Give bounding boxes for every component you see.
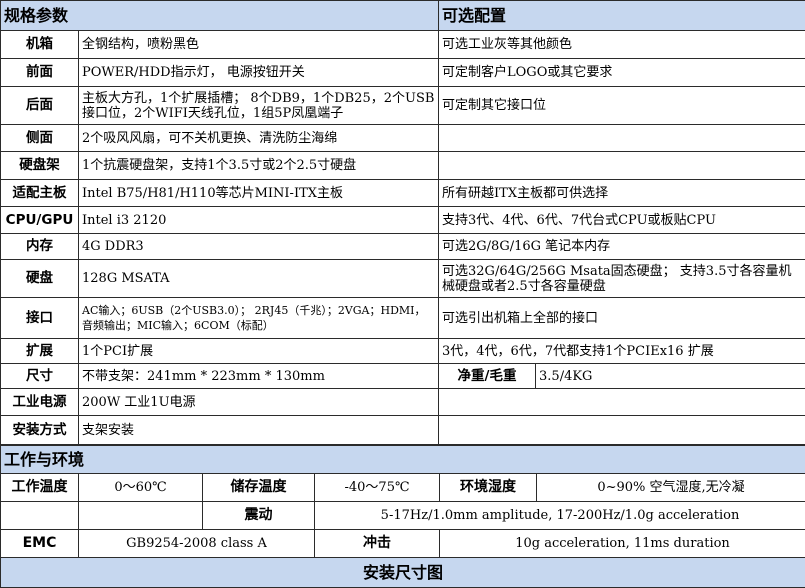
table-row: 扩展 1个PCI扩展 3代，4代，6代，7代都支持1个PCIEx16 扩展: [1, 339, 805, 364]
spec-header-right: 可选配置: [439, 1, 805, 31]
power-label: 工业电源: [1, 389, 79, 416]
row-option: [439, 152, 805, 180]
table-row: 接口 AC输入；6USB（2个USB3.0）； 2RJ45（千兆）；2VGA；H…: [1, 298, 805, 339]
vibration-label: 震动: [203, 502, 315, 530]
row-option: 可选工业灰等其他颜色: [439, 31, 805, 59]
row-label: 扩展: [1, 339, 79, 364]
env-header-row: 工作与环境: [1, 446, 805, 474]
row-label: 机箱: [1, 31, 79, 59]
table-row: 前面 POWER/HDD指示灯， 电源按钮开关 可定制客户LOGO或其它要求: [1, 59, 805, 87]
table-row: 硬盘架 1个抗震硬盘架，支持1个3.5寸或2个2.5寸硬盘: [1, 152, 805, 180]
row-option: 可选32G/64G/256G Msata固态硬盘； 支持3.5寸各容量机械硬盘或…: [439, 260, 805, 298]
work-temp-value: 0～60℃: [79, 474, 203, 502]
weight-value: 3.5/4KG: [536, 364, 805, 389]
env-table: 工作与环境 工作温度 0～60℃ 储存温度 -40～75℃ 环境湿度 0~90%…: [0, 445, 805, 588]
shock-label: 冲击: [315, 530, 440, 558]
row-value: POWER/HDD指示灯， 电源按钮开关: [79, 59, 439, 87]
footer-row: 安装尺寸图: [1, 558, 805, 588]
shock-value: 10g acceleration, 11ms duration: [440, 530, 805, 558]
row-value: 全钢结构，喷粉黑色: [79, 31, 439, 59]
env-header: 工作与环境: [1, 446, 805, 474]
size-label: 尺寸: [1, 364, 79, 389]
env-row-emc: EMC GB9254-2008 class A 冲击 10g accelerat…: [1, 530, 805, 558]
row-label: 硬盘: [1, 260, 79, 298]
table-row: 内存 4G DDR3 可选2G/8G/16G 笔记本内存: [1, 234, 805, 260]
row-label: 后面: [1, 87, 79, 125]
row-option: 可选引出机箱上全部的接口: [439, 298, 805, 339]
row-label: 硬盘架: [1, 152, 79, 180]
work-temp-label: 工作温度: [1, 474, 79, 502]
table-row: 适配主板 Intel B75/H81/H110等芯片MINI-ITX主板 所有研…: [1, 180, 805, 207]
row-value: Intel B75/H81/H110等芯片MINI-ITX主板: [79, 180, 439, 207]
row-value: AC输入；6USB（2个USB3.0）； 2RJ45（千兆）；2VGA；HDMI…: [79, 298, 439, 339]
spec-sheet: 规格参数 可选配置 机箱 全钢结构，喷粉黑色 可选工业灰等其他颜色 前面 POW…: [0, 0, 805, 586]
vibration-blank: [1, 502, 79, 530]
row-label: 接口: [1, 298, 79, 339]
row-value: 2个吸风风扇，可不关机更换、清洗防尘海绵: [79, 125, 439, 152]
row-option: 可选2G/8G/16G 笔记本内存: [439, 234, 805, 260]
row-option: [439, 125, 805, 152]
table-row: 后面 主板大方孔，1个扩展插槽； 8个DB9，1个DB25，2个USB接口位，2…: [1, 87, 805, 125]
install-option: [439, 416, 805, 445]
row-option: 所有研越ITX主板都可供选择: [439, 180, 805, 207]
row-label: CPU/GPU: [1, 207, 79, 234]
table-row: 硬盘 128G MSATA 可选32G/64G/256G Msata固态硬盘； …: [1, 260, 805, 298]
humidity-value: 0~90% 空气湿度,无冷凝: [537, 474, 805, 502]
env-row-temperature: 工作温度 0～60℃ 储存温度 -40～75℃ 环境湿度 0~90% 空气湿度,…: [1, 474, 805, 502]
emc-value: GB9254-2008 class A: [79, 530, 315, 558]
vibration-value: 5-17Hz/1.0mm amplitude, 17-200Hz/1.0g ac…: [315, 502, 805, 530]
row-value: Intel i3 2120: [79, 207, 439, 234]
row-label: 前面: [1, 59, 79, 87]
row-value: 1个PCI扩展: [79, 339, 439, 364]
row-option: 可定制其它接口位: [439, 87, 805, 125]
size-row: 尺寸 不带支架：241mm * 223mm * 130mm 净重/毛重 3.5/…: [1, 364, 805, 389]
power-row: 工业电源 200W 工业1U电源: [1, 389, 805, 416]
row-value: 128G MSATA: [79, 260, 439, 298]
table-row: CPU/GPU Intel i3 2120 支持3代、4代、6代、7代台式CPU…: [1, 207, 805, 234]
row-option: 3代，4代，6代，7代都支持1个PCIEx16 扩展: [439, 339, 805, 364]
emc-label: EMC: [1, 530, 79, 558]
table-row: 机箱 全钢结构，喷粉黑色 可选工业灰等其他颜色: [1, 31, 805, 59]
row-value: 主板大方孔，1个扩展插槽； 8个DB9，1个DB25，2个USB接口位，2个WI…: [79, 87, 439, 125]
store-temp-label: 储存温度: [203, 474, 315, 502]
row-label: 内存: [1, 234, 79, 260]
spec-header-left: 规格参数: [1, 1, 439, 31]
row-label: 侧面: [1, 125, 79, 152]
store-temp-value: -40～75℃: [315, 474, 440, 502]
spec-table: 规格参数 可选配置 机箱 全钢结构，喷粉黑色 可选工业灰等其他颜色 前面 POW…: [0, 0, 805, 445]
row-value: 4G DDR3: [79, 234, 439, 260]
table-row: 侧面 2个吸风风扇，可不关机更换、清洗防尘海绵: [1, 125, 805, 152]
install-row: 安装方式 支架安装: [1, 416, 805, 445]
row-label: 适配主板: [1, 180, 79, 207]
size-value: 不带支架：241mm * 223mm * 130mm: [79, 364, 439, 389]
row-option: 支持3代、4代、6代、7代台式CPU或板贴CPU: [439, 207, 805, 234]
weight-label: 净重/毛重: [439, 364, 536, 389]
install-drawing-title: 安装尺寸图: [1, 558, 805, 588]
install-value: 支架安装: [79, 416, 439, 445]
power-option: [439, 389, 805, 416]
vibration-blank: [79, 502, 203, 530]
row-value: 1个抗震硬盘架，支持1个3.5寸或2个2.5寸硬盘: [79, 152, 439, 180]
install-label: 安装方式: [1, 416, 79, 445]
row-option: 可定制客户LOGO或其它要求: [439, 59, 805, 87]
humidity-label: 环境湿度: [440, 474, 537, 502]
env-row-vibration: 震动 5-17Hz/1.0mm amplitude, 17-200Hz/1.0g…: [1, 502, 805, 530]
spec-header-row: 规格参数 可选配置: [1, 1, 805, 31]
power-value: 200W 工业1U电源: [79, 389, 439, 416]
